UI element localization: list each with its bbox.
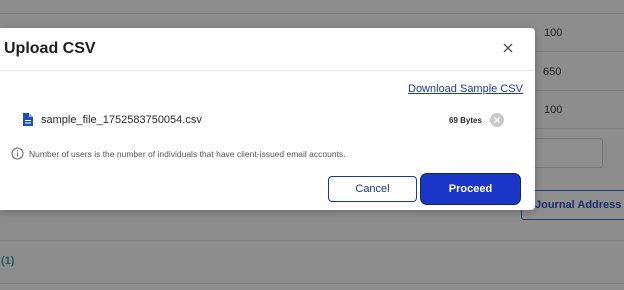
- dialog-header: Upload CSV: [0, 28, 535, 71]
- download-sample-csv-link[interactable]: Download Sample CSV: [408, 83, 523, 95]
- upload-csv-dialog: Upload CSV Download Sample CSV sample_fi…: [0, 28, 535, 210]
- close-button[interactable]: [498, 38, 518, 58]
- background-divider: [0, 283, 624, 284]
- background-divider: [0, 240, 624, 241]
- journal-address-button[interactable]: Journal Address: [521, 190, 624, 220]
- background-divider: [0, 13, 624, 14]
- file-icon: [23, 113, 33, 126]
- remove-file-button[interactable]: [490, 113, 504, 127]
- info-text: Number of users is the number of individ…: [29, 149, 346, 159]
- close-icon: [503, 43, 513, 53]
- remove-circle-icon: [494, 117, 500, 123]
- file-name: sample_file_1752583750054.csv: [41, 114, 202, 126]
- uploaded-file-row: sample_file_1752583750054.csv 69 Bytes: [22, 112, 506, 130]
- background-value: 100: [544, 27, 563, 39]
- background-value: 650: [543, 66, 562, 78]
- background-value: 100: [544, 104, 563, 116]
- cancel-button[interactable]: Cancel: [328, 176, 417, 202]
- proceed-button[interactable]: Proceed: [421, 174, 520, 204]
- file-size: 69 Bytes: [449, 116, 482, 125]
- info-icon: [11, 147, 24, 160]
- background-count: (1): [1, 255, 15, 267]
- dialog-title: Upload CSV: [4, 40, 96, 57]
- info-note: Number of users is the number of individ…: [11, 147, 511, 161]
